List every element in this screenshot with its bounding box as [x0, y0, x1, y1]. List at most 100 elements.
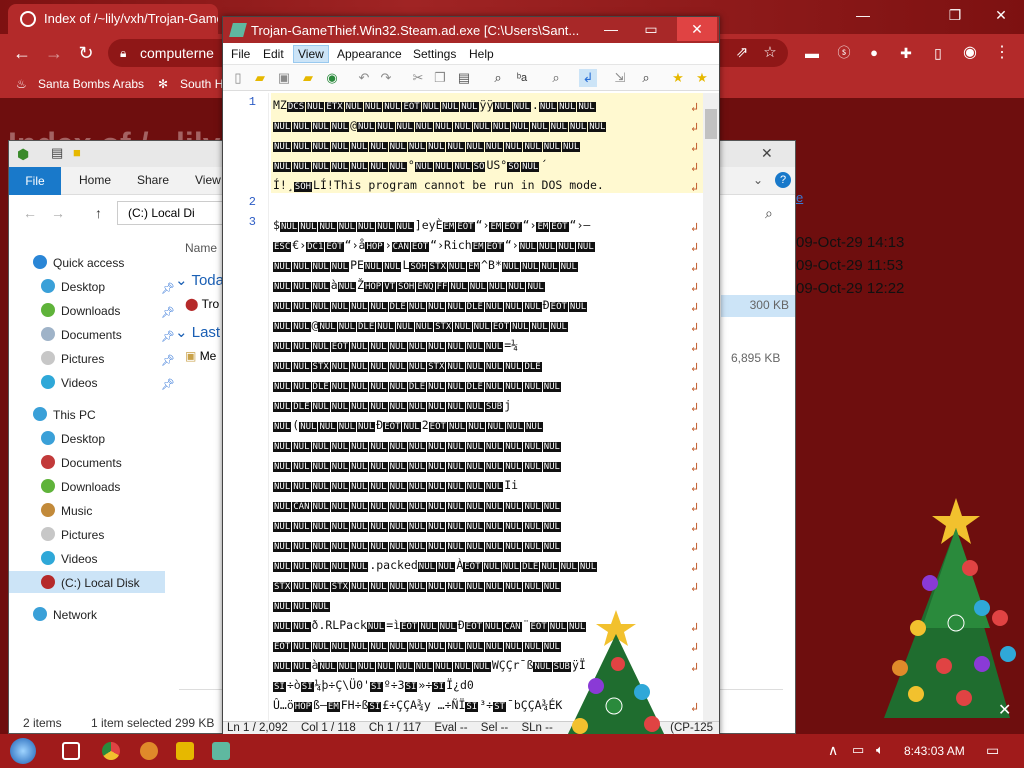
ribbon-tab-file[interactable]: File [9, 167, 61, 195]
group-today[interactable]: ⌄ Toda [175, 271, 224, 289]
control-char: NUL [446, 442, 465, 452]
tree-quick-downloads[interactable]: Downloads 📌︎ [41, 303, 175, 325]
explorer-up-icon[interactable]: ↑ [95, 205, 102, 221]
properties-icon[interactable]: ▤ [51, 145, 63, 161]
tree-quick-videos[interactable]: Videos 📌︎ [41, 375, 175, 397]
control-char: NUL [363, 262, 383, 272]
firefox-taskbar-icon[interactable] [140, 742, 158, 760]
copy-icon[interactable]: ❐ [431, 69, 449, 87]
menu-edit[interactable]: Edit [263, 47, 284, 61]
vertical-scrollbar[interactable] [703, 93, 719, 721]
menu-file[interactable]: File [231, 47, 250, 61]
notification-icon[interactable]: ▭ [986, 742, 999, 759]
replace-icon[interactable]: ᵇa [513, 69, 531, 87]
tree-pc-downloads[interactable]: Downloads [41, 479, 120, 501]
file-row-me[interactable]: ▣ Me [185, 349, 216, 363]
taskbar-clock[interactable]: 8:43:03 AM [904, 744, 965, 758]
undo-icon[interactable]: ↶ [355, 69, 373, 87]
share-icon[interactable]: ⇗ [730, 41, 754, 65]
add-favorite-icon[interactable]: ★ [693, 69, 711, 87]
browse-icon[interactable]: ▰ [299, 69, 317, 87]
bookmark-santa-bombs[interactable]: Santa Bombs Arabs [38, 77, 144, 91]
bookmark-star-icon[interactable]: ☆ [758, 41, 782, 65]
tree-pc-videos[interactable]: Videos [41, 551, 97, 573]
explorer-forward-icon[interactable]: → [51, 205, 65, 221]
back-arrow-icon[interactable]: ← [10, 41, 34, 65]
new-file-icon[interactable]: ▯ [229, 69, 247, 87]
menu-view[interactable]: View [293, 45, 329, 63]
file-row-trojan[interactable]: ⬤ Tro [185, 297, 219, 311]
tree-quick-access[interactable]: Quick access [33, 255, 124, 277]
paste-icon[interactable]: ▤ [455, 69, 473, 87]
tree-pc-documents[interactable]: Documents [41, 455, 122, 477]
start-button-icon[interactable] [10, 738, 36, 764]
open-folder-icon[interactable]: ▰ [251, 69, 269, 87]
zoom-icon[interactable]: ⌕ [637, 69, 655, 87]
extension-s-icon[interactable]: ⓢ [832, 41, 856, 65]
tree-network[interactable]: Network [33, 607, 97, 629]
group-last[interactable]: ⌄ Last [175, 323, 220, 341]
chrome-taskbar-icon[interactable] [102, 742, 120, 760]
explorer-close-button[interactable]: ✕ [761, 145, 773, 162]
column-header-name[interactable]: Name [185, 241, 217, 255]
tree-pc-local-disk[interactable]: (C:) Local Disk [41, 575, 140, 597]
editor-line: NUL NUL NUL àNUL ŽHOP VT SOH ENQ FF NUL NUL NUL NUL N… [273, 278, 545, 292]
chrome-menu-icon[interactable]: ⋮ [990, 41, 1014, 65]
tree-quick-desktop[interactable]: Desktop 📌︎ [41, 279, 175, 301]
redo-icon[interactable]: ↷ [377, 69, 395, 87]
notepad-close-button[interactable]: ✕ [677, 17, 717, 41]
menu-help[interactable]: Help [469, 47, 494, 61]
help-icon[interactable]: ? [775, 172, 791, 188]
bookmark-south[interactable]: South H [180, 77, 223, 91]
browser-tab[interactable]: Index of /~lily/vxh/Trojan-Game [8, 4, 218, 34]
decoration-close-icon[interactable]: ✕ [998, 700, 1011, 720]
tree-pc-pictures[interactable]: Pictures [41, 527, 104, 549]
tree-pc-desktop[interactable]: Desktop [41, 431, 105, 453]
explorer-search-icon[interactable]: ⌕ [765, 205, 773, 222]
ribbon-tab-view[interactable]: View [195, 173, 221, 187]
explorer-address-bar[interactable]: (C:) Local Di [117, 201, 227, 225]
status-eval: Eval -- [434, 722, 468, 734]
ribbon-tab-share[interactable]: Share [137, 173, 169, 187]
ribbon-tab-home[interactable]: Home [79, 173, 111, 187]
favorites-star-icon[interactable]: ★ [669, 69, 687, 87]
side-panel-icon[interactable]: ▯ [926, 41, 950, 65]
cut-icon[interactable]: ✂ [409, 69, 427, 87]
ribbon-expand-icon[interactable]: ⌄ [753, 173, 763, 187]
notepad-maximize-button[interactable]: ▭ [631, 17, 671, 41]
volume-icon[interactable]: 🔈︎ [876, 742, 884, 758]
tree-pc-music[interactable]: Music [41, 503, 92, 525]
page-link[interactable]: e [796, 190, 803, 205]
profile-extension-icon[interactable]: ● [862, 41, 886, 65]
browser-close-button[interactable]: ✕ [978, 0, 1024, 30]
forward-arrow-icon[interactable]: → [42, 41, 66, 65]
notepad-taskbar-icon[interactable] [212, 742, 230, 760]
account-avatar-icon[interactable]: ◉ [958, 41, 982, 65]
scrollbar-thumb[interactable] [705, 109, 717, 139]
reload-icon[interactable]: ↻ [74, 41, 98, 65]
tree-this-pc[interactable]: This PC [33, 407, 96, 429]
network-tray-icon[interactable]: ▭ [852, 742, 864, 758]
tree-quick-pictures[interactable]: Pictures 📌︎ [41, 351, 175, 373]
save-icon[interactable]: ▣ [275, 69, 293, 87]
explorer-back-icon[interactable]: ← [23, 205, 37, 221]
videos-icon [41, 375, 55, 389]
tray-chevron-icon[interactable]: ∧ [828, 742, 838, 759]
extension-flag-icon[interactable]: ▬ [800, 41, 824, 65]
control-char: NUL [330, 462, 350, 472]
explorer-taskbar-icon[interactable] [176, 742, 194, 760]
word-wrap-icon[interactable]: ↲ [579, 69, 597, 87]
menu-appearance[interactable]: Appearance [337, 47, 402, 61]
notepad-minimize-button[interactable]: — [591, 17, 631, 41]
find-icon[interactable]: ⌕ [489, 69, 507, 87]
tree-quick-documents[interactable]: Documents 📌︎ [41, 327, 175, 349]
browser-minimize-button[interactable]: — [840, 0, 886, 30]
browser-maximize-button[interactable]: ❐ [932, 0, 978, 30]
task-view-icon[interactable] [62, 742, 80, 760]
extensions-puzzle-icon[interactable]: ✚ [894, 41, 918, 65]
menu-settings[interactable]: Settings [413, 47, 456, 61]
goto-icon[interactable]: ⌕ [547, 69, 565, 87]
new-folder-icon[interactable]: ■ [73, 145, 81, 160]
zoom-fit-icon[interactable]: ⇲ [611, 69, 629, 87]
find-next-icon[interactable]: ◉ [323, 69, 341, 87]
